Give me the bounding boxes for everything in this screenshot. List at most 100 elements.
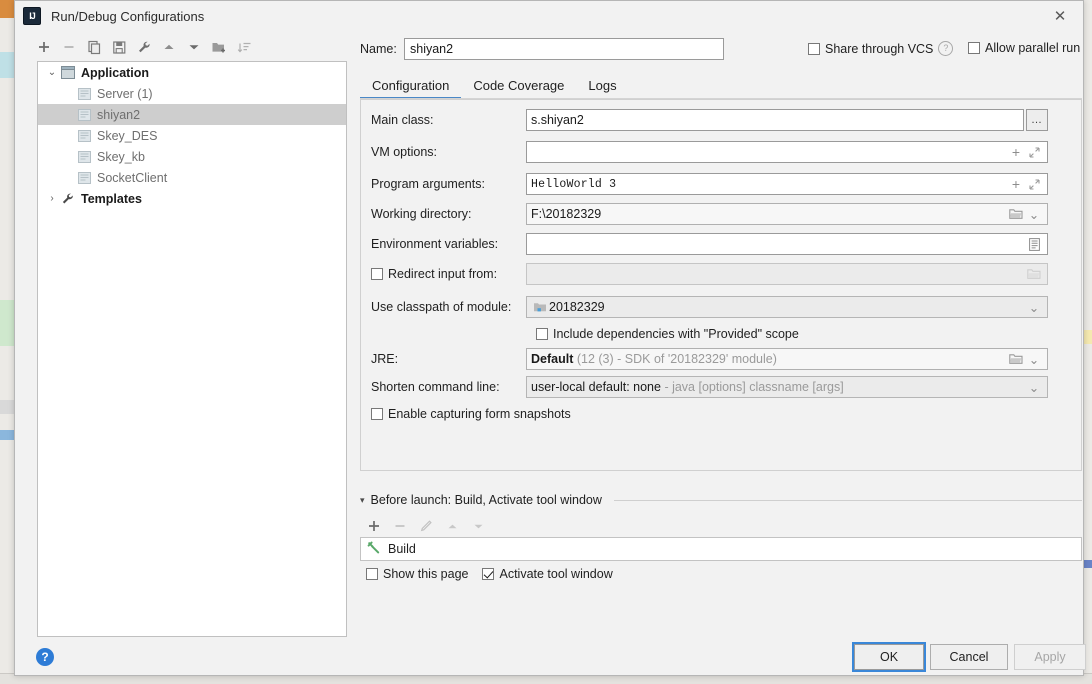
dialog-title: Run/Debug Configurations [51, 8, 205, 24]
working-directory-label: Working directory: [371, 207, 472, 221]
jre-row: JRE: Default (12 (3) - SDK of '20182329'… [371, 348, 1077, 370]
before-launch-header: ▾ Before launch: Build, Activate tool wi… [360, 493, 1082, 507]
allow-parallel-run-checkbox[interactable]: Allow parallel run [968, 41, 1080, 55]
arrow-up-icon[interactable] [158, 36, 180, 58]
chevron-down-icon[interactable]: ⌄ [1025, 352, 1043, 367]
checkbox-box[interactable] [366, 568, 378, 580]
show-this-page-label: Show this page [383, 567, 469, 581]
tab-logs[interactable]: Logs [576, 78, 628, 99]
main-class-input[interactable]: s.shiyan2 [526, 109, 1024, 131]
main-class-value: s.shiyan2 [531, 113, 584, 127]
tree-item-label: Server (1) [97, 86, 153, 101]
expand-icon[interactable] [1025, 178, 1043, 190]
list-icon[interactable] [1025, 237, 1043, 251]
browse-main-class-button[interactable]: … [1026, 109, 1048, 131]
dialog-titlebar: IJ Run/Debug Configurations ✕ [15, 1, 1083, 31]
before-launch-title: Before launch: Build, Activate tool wind… [370, 493, 602, 507]
expand-icon[interactable] [1025, 146, 1043, 158]
redirect-input-checkbox[interactable]: Redirect input from: [371, 267, 526, 281]
checkbox-box[interactable] [808, 42, 820, 55]
tree-group-templates[interactable]: › Templates [38, 188, 346, 209]
cancel-button[interactable]: Cancel [930, 644, 1008, 670]
name-input[interactable] [404, 38, 724, 60]
hammer-icon [367, 541, 381, 558]
jre-label: JRE: [371, 352, 399, 366]
arrow-down-icon[interactable] [183, 36, 205, 58]
vm-options-input[interactable]: + [526, 141, 1048, 163]
add-macro-icon[interactable]: + [1007, 145, 1025, 159]
add-configuration-button[interactable] [33, 36, 55, 58]
tree-group-application[interactable]: ⌄ Application [38, 62, 346, 83]
environment-variables-input[interactable] [526, 233, 1048, 255]
include-provided-checkbox[interactable]: Include dependencies with "Provided" sco… [536, 327, 799, 341]
shorten-command-line-combo[interactable]: user-local default: none - java [options… [526, 376, 1048, 398]
chevron-down-icon[interactable]: ⌄ [1025, 207, 1043, 222]
activate-tool-window-label: Activate tool window [499, 567, 613, 581]
tree-item-label: shiyan2 [97, 107, 141, 122]
apply-button: Apply [1014, 644, 1086, 670]
activate-tool-window-checkbox[interactable]: Activate tool window [482, 567, 613, 581]
module-icon [531, 301, 549, 313]
help-icon[interactable]: ? [36, 648, 54, 666]
tree-item-label: SocketClient [97, 170, 168, 185]
before-launch-task-list[interactable]: Build [360, 537, 1082, 561]
tree-item-socketclient[interactable]: SocketClient [38, 167, 346, 188]
configurations-tree[interactable]: ⌄ Application Server (1) shiyan2 Skey_DE… [37, 61, 347, 637]
help-icon[interactable]: ? [938, 41, 954, 56]
shorten-command-line-hint: - java [options] classname [args] [664, 380, 844, 394]
before-launch-options: Show this page Activate tool window [366, 567, 613, 581]
redirect-input-row: Redirect input from: [371, 263, 1077, 285]
folder-icon[interactable] [1007, 208, 1025, 220]
ok-button[interactable]: OK [852, 642, 926, 672]
before-launch-task-label: Build [388, 542, 416, 556]
chevron-down-icon[interactable]: ▾ [360, 495, 365, 506]
wrench-icon[interactable] [133, 36, 155, 58]
share-through-vcs-checkbox[interactable]: Share through VCS ? [808, 41, 954, 56]
program-arguments-value: HelloWorld 3 [531, 177, 617, 191]
copy-configuration-button[interactable] [83, 36, 105, 58]
sort-icon[interactable] [233, 36, 255, 58]
add-macro-icon[interactable]: + [1007, 177, 1025, 191]
remove-configuration-button[interactable] [58, 36, 80, 58]
checkbox-box[interactable] [371, 268, 383, 280]
main-class-label: Main class: [371, 113, 434, 127]
use-classpath-value: 20182329 [549, 300, 605, 314]
share-through-vcs-label: Share through VCS [825, 41, 934, 56]
tree-item-skey-kb[interactable]: Skey_kb [38, 146, 346, 167]
folder-icon[interactable] [1007, 353, 1025, 365]
tree-item-skey-des[interactable]: Skey_DES [38, 125, 346, 146]
run-debug-configurations-dialog: IJ Run/Debug Configurations ✕ ⌄ Applicat… [14, 0, 1086, 676]
tab-configuration[interactable]: Configuration [360, 78, 462, 100]
form-snapshots-checkbox[interactable]: Enable capturing form snapshots [371, 407, 571, 421]
chevron-down-icon[interactable]: ⌄ [1025, 300, 1043, 315]
tree-item-server[interactable]: Server (1) [38, 83, 346, 104]
checkbox-box[interactable] [482, 568, 495, 580]
tree-item-shiyan2[interactable]: shiyan2 [38, 104, 346, 125]
environment-variables-row: Environment variables: [371, 233, 1077, 255]
checkbox-box[interactable] [371, 408, 383, 420]
chevron-down-icon[interactable]: ⌄ [44, 65, 60, 81]
shorten-command-line-value: user-local default: none [531, 380, 661, 394]
tree-group-label: Templates [81, 191, 142, 206]
close-icon[interactable]: ✕ [1037, 1, 1083, 31]
ide-left-toolwindow-strip [0, 0, 15, 684]
program-arguments-row: Program arguments: HelloWorld 3 + [371, 173, 1077, 195]
add-task-button[interactable] [363, 515, 385, 537]
use-classpath-combo[interactable]: 20182329 ⌄ [526, 296, 1048, 318]
chevron-down-icon[interactable]: ⌄ [1025, 380, 1043, 395]
chevron-right-icon[interactable]: › [44, 191, 60, 207]
show-this-page-checkbox[interactable]: Show this page [366, 567, 468, 581]
program-arguments-input[interactable]: HelloWorld 3 + [526, 173, 1048, 195]
tab-code-coverage[interactable]: Code Coverage [461, 78, 576, 99]
working-directory-input[interactable]: F:\20182329 ⌄ [526, 203, 1048, 225]
folder-add-icon[interactable] [208, 36, 230, 58]
checkbox-box[interactable] [968, 42, 980, 54]
allow-parallel-run-label: Allow parallel run [985, 41, 1081, 55]
configuration-icon [76, 128, 92, 144]
save-configuration-button[interactable] [108, 36, 130, 58]
main-class-row: Main class: s.shiyan2 … [371, 109, 1077, 131]
configurations-toolbar [33, 35, 333, 59]
folder-icon [1025, 268, 1043, 280]
jre-combo[interactable]: Default (12 (3) - SDK of '20182329' modu… [526, 348, 1048, 370]
checkbox-box[interactable] [536, 328, 548, 340]
